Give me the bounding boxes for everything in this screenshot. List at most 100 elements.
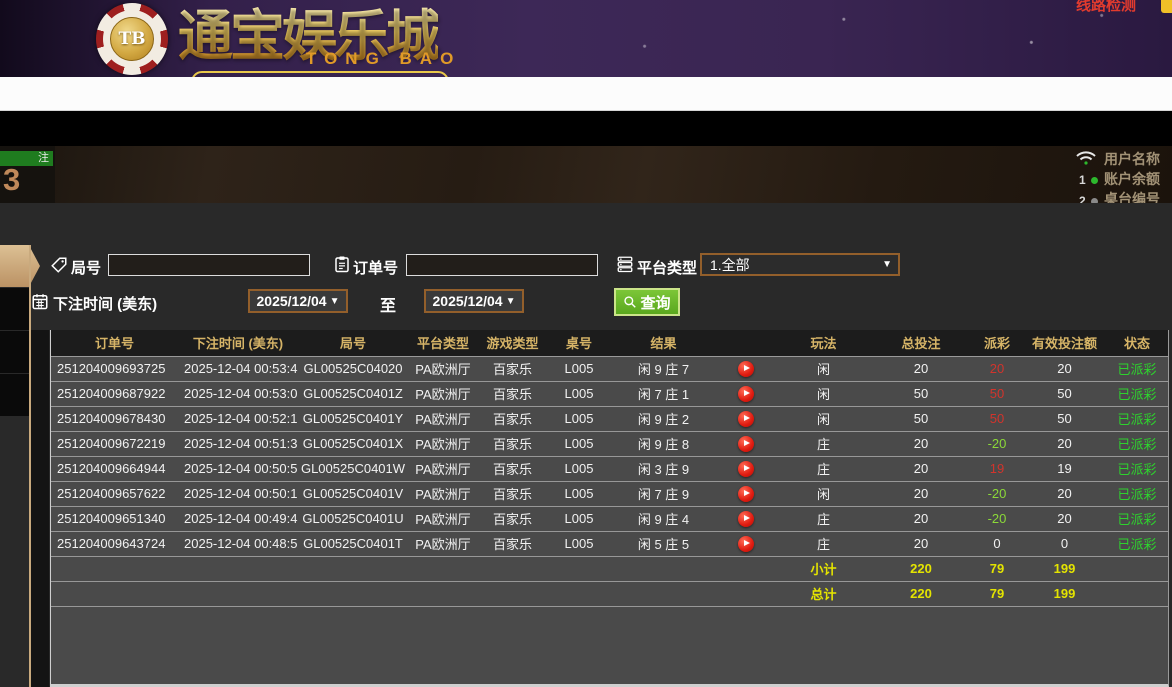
col-platform: 平台类型 [408,330,478,356]
platform-cell: PA欧洲厅 [408,431,478,456]
order-id-cell: 251204009643724 [51,531,178,556]
sidebar-tab-3[interactable] [0,331,29,373]
play-cell [716,356,776,381]
platform-cell: PA欧洲厅 [408,506,478,531]
game-type-cell: 百家乐 [478,406,547,431]
calendar-icon [31,292,49,310]
bet-side-cell: 庄 [776,531,871,556]
corner-notice-icon[interactable] [1161,0,1172,13]
date-from-select[interactable]: 2025/12/04 ▼ [248,289,348,313]
game-type-cell: 百家乐 [478,531,547,556]
total-bet-cell: 50 [871,406,971,431]
order-id-cell: 251204009693725 [51,356,178,381]
total-bet-cell: 20 [871,481,971,506]
bet-time-cell: 2025-12-04 00:50:55 [178,456,298,481]
table-no-cell: L005 [547,406,611,431]
sidebar-tab-2[interactable] [0,288,29,330]
order-id-cell: 251204009672219 [51,431,178,456]
play-video-button[interactable] [738,536,754,552]
play-cell [716,456,776,481]
table-no-cell: L005 [547,506,611,531]
clipboard-icon [333,255,351,273]
bet-time-cell: 2025-12-04 00:53:05 [178,381,298,406]
result-cell: 闲 7 庄 1 [611,381,716,406]
bet-time-label: 下注时间 (美东) [53,293,157,314]
round-id-cell: GL00525C0401X [298,431,408,456]
round-id-cell: GL00525C0401Y [298,406,408,431]
play-video-button[interactable] [738,411,754,427]
platform-type-value: 1.全部 [710,255,750,275]
total-bet-cell: 20 [871,506,971,531]
valid-bet-cell: 50 [1023,381,1106,406]
table-body: 2512040096937252025-12-04 00:53:40GL0052… [51,356,1168,606]
subtotal-total-bet: 220 [871,556,971,581]
line-check-link[interactable]: 线路检测 [1076,0,1136,15]
result-cell: 闲 5 庄 5 [611,531,716,556]
play-video-button[interactable] [738,436,754,452]
sidebar-tab-active[interactable] [0,245,40,287]
site-logo-subtitle: TONG BAO [306,49,461,69]
result-cell: 闲 3 庄 9 [611,456,716,481]
total-bet-cell: 50 [871,381,971,406]
valid-bet-cell: 20 [1023,356,1106,381]
table-no-cell: L005 [547,456,611,481]
total-bet-cell: 20 [871,431,971,456]
col-table-no: 桌号 [547,330,611,356]
order-id-input[interactable] [406,254,598,276]
bet-history-table: 订单号 下注时间 (美东) 局号 平台类型 游戏类型 桌号 结果 玩法 总投注 … [50,330,1169,687]
result-cell: 闲 9 庄 8 [611,431,716,456]
table-row: 2512040096784302025-12-04 00:52:12GL0052… [51,406,1168,431]
platform-type-select[interactable]: 1.全部 ▼ [700,253,900,276]
total-bet-cell: 20 [871,531,971,556]
table-no-cell: L005 [547,481,611,506]
bet-side-cell: 闲 [776,356,871,381]
search-button[interactable]: 查询 [614,288,680,316]
play-video-button[interactable] [738,461,754,477]
bet-time-cell: 2025-12-04 00:53:40 [178,356,298,381]
payout-cell: 20 [971,356,1023,381]
round-id-input[interactable] [108,254,310,276]
payout-cell: 50 [971,406,1023,431]
to-label: 至 [380,292,396,316]
round-id-cell: GL00525C0401T [298,531,408,556]
table-no-cell: L005 [547,431,611,456]
bet-side-cell: 闲 [776,406,871,431]
col-game-type: 游戏类型 [478,330,547,356]
date-to-select[interactable]: 2025/12/04 ▼ [424,289,524,313]
col-order-id: 订单号 [51,330,178,356]
play-video-button[interactable] [738,486,754,502]
chip-tb-text: TB [96,3,168,75]
table-row: 2512040096513402025-12-04 00:49:40GL0052… [51,506,1168,531]
marker-1: 1 [1079,173,1086,187]
platform-cell: PA欧洲厅 [408,456,478,481]
bet-time-cell: 2025-12-04 00:52:12 [178,406,298,431]
table-left-gutter [31,330,49,687]
bet-counter-block: 注 3 [0,146,55,203]
round-id-label: 局号 [71,257,101,278]
bet-time-cell: 2025-12-04 00:51:38 [178,431,298,456]
status-cell: 已派彩 [1106,506,1168,531]
bet-history-panel: 局号 订单号 平台类型 1.全部 ▼ 下注时间 (美东) 2025/12/04 … [0,203,1172,687]
col-status: 状态 [1106,330,1168,356]
result-cell: 闲 9 庄 7 [611,356,716,381]
total-total-bet: 220 [871,581,971,606]
table-row: 2512040096937252025-12-04 00:53:40GL0052… [51,356,1168,381]
play-video-button[interactable] [738,361,754,377]
total-row: 总计 220 79 199 [51,581,1168,606]
game-type-cell: 百家乐 [478,381,547,406]
chevron-down-icon: ▼ [506,296,516,307]
bet-side-cell: 闲 [776,481,871,506]
table-row: 2512040096879222025-12-04 00:53:05GL0052… [51,381,1168,406]
play-video-button[interactable] [738,511,754,527]
col-round-id: 局号 [298,330,408,356]
sidebar-tab-4[interactable] [0,374,29,416]
date-from-value: 2025/12/04 [257,293,327,309]
play-video-button[interactable] [738,386,754,402]
search-button-label: 查询 [640,292,670,313]
play-cell [716,531,776,556]
table-row: 2512040096722192025-12-04 00:51:38GL0052… [51,431,1168,456]
platform-cell: PA欧洲厅 [408,531,478,556]
play-cell [716,506,776,531]
game-type-cell: 百家乐 [478,356,547,381]
game-type-cell: 百家乐 [478,456,547,481]
